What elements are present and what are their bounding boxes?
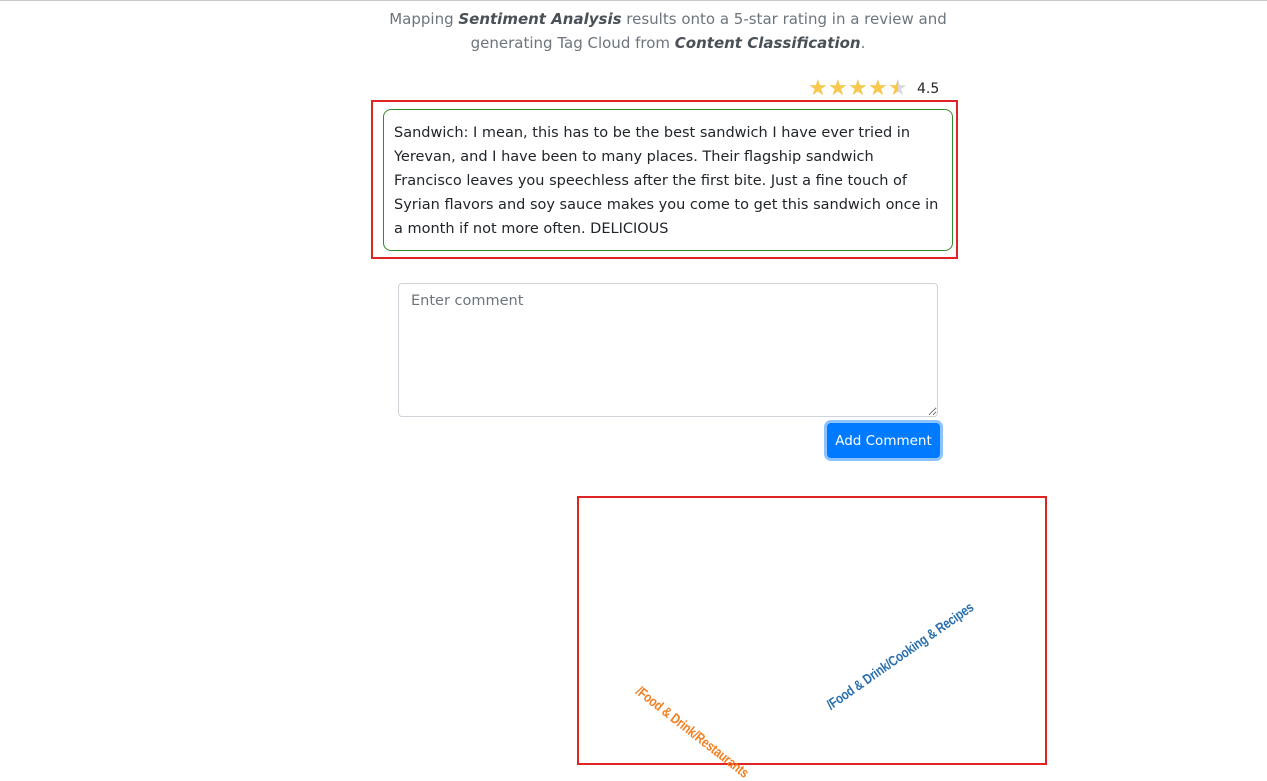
star-rating: ★ ★ ★ ★ ★ ★ ★ ★ ★ ★ 4.5 [808,77,939,101]
tag-cloud-frame [577,496,1047,765]
star-icon: ★ ★ [868,76,888,101]
add-comment-button[interactable]: Add Comment [827,423,940,458]
intro-part-3: . [860,34,866,52]
star-icon: ★ ★ [828,76,848,101]
rating-value: 4.5 [917,81,940,97]
intro-text: Mapping Sentiment Analysis results onto … [380,7,956,55]
intro-part-1: Mapping [389,10,459,28]
review-card: Sandwich: I mean, this has to be the bes… [383,109,953,251]
intro-emphasis-classification: Content Classification [674,34,861,52]
star-icon: ★ ★ [848,76,868,101]
review-text: Sandwich: I mean, this has to be the bes… [394,125,939,237]
stars-row: ★ ★ ★ ★ ★ ★ ★ ★ ★ ★ [808,78,908,100]
star-icon: ★ ★ [888,76,908,101]
intro-emphasis-sentiment: Sentiment Analysis [458,10,622,28]
comment-textarea[interactable] [398,283,938,417]
top-divider [0,0,1267,1]
star-icon: ★ ★ [808,76,828,101]
